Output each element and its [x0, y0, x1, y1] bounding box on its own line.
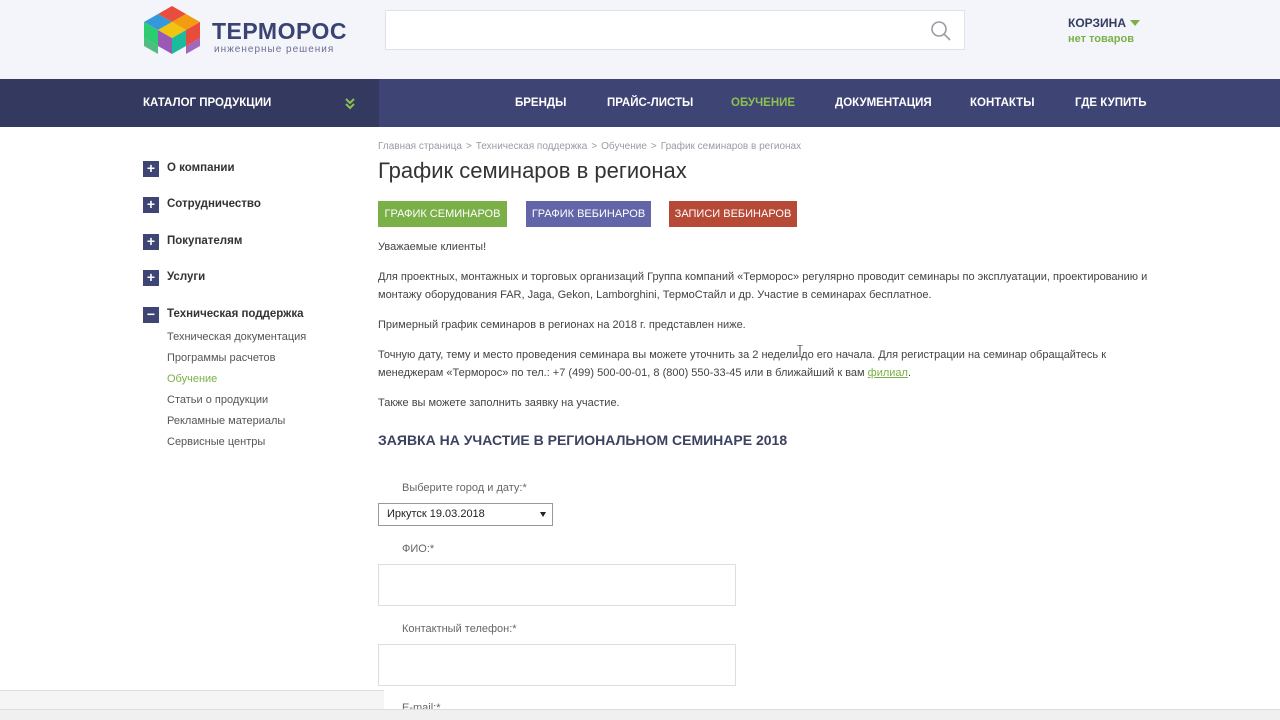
breadcrumb-separator: >: [465, 141, 472, 152]
dropdown-arrow-icon: [540, 512, 546, 517]
search-input[interactable]: [385, 10, 965, 50]
phone-label: Контактный телефон:*: [402, 623, 517, 635]
main-nav: КАТАЛОГ ПРОДУКЦИИ БРЕНДЫ ПРАЙС-ЛИСТЫ ОБУ…: [0, 79, 1280, 127]
branch-link[interactable]: филиал: [868, 367, 908, 379]
nav-training[interactable]: ОБУЧЕНИЕ: [731, 97, 795, 109]
plus-icon: +: [143, 161, 159, 177]
breadcrumb-separator: >: [591, 141, 598, 152]
city-date-select[interactable]: Иркутск 19.03.2018: [378, 503, 553, 526]
schedule-note: Примерный график семинаров в регионах на…: [378, 319, 746, 331]
breadcrumb-training[interactable]: Обучение: [601, 141, 647, 152]
webinar-schedule-button[interactable]: ГРАФИК ВЕБИНАРОВ: [526, 201, 651, 227]
minus-icon: −: [143, 307, 159, 323]
name-label: ФИО:*: [402, 543, 435, 555]
intro-paragraph: Для проектных, монтажных и торговых орга…: [378, 271, 1148, 301]
breadcrumb-separator: >: [650, 141, 657, 152]
logo-cube-icon: [144, 6, 200, 54]
sidebar-sub-ad-materials[interactable]: Рекламные материалы: [167, 415, 285, 427]
city-date-label: Выберите город и дату:*: [402, 482, 527, 494]
catalog-menu[interactable]: КАТАЛОГ ПРОДУКЦИИ: [0, 79, 379, 127]
plus-icon: +: [143, 197, 159, 213]
breadcrumb-home[interactable]: Главная страница: [378, 141, 462, 152]
sidebar-sub-service-centers[interactable]: Сервисные центры: [167, 436, 265, 448]
sidebar-sub-tech-docs[interactable]: Техническая документация: [167, 331, 306, 343]
cart-title: КОРЗИНА: [1068, 16, 1126, 30]
greeting-text: Уважаемые клиенты!: [378, 241, 487, 253]
chevron-down-icon[interactable]: [1129, 20, 1140, 26]
double-chevron-down-icon: [345, 98, 355, 110]
page-title: График семинаров в регионах: [378, 158, 687, 183]
browser-bottom-strip: [0, 709, 1280, 720]
seminar-schedule-button[interactable]: ГРАФИК СЕМИНАРОВ: [378, 201, 507, 227]
cart[interactable]: КОРЗИНА нет товаров: [1068, 16, 1140, 45]
nav-price-lists[interactable]: ПРАЙС-ЛИСТЫ: [607, 97, 693, 109]
text-cursor-icon: [797, 345, 803, 357]
nav-where-to-buy[interactable]: ГДЕ КУПИТЬ: [1075, 97, 1147, 109]
phone-input[interactable]: [378, 644, 736, 686]
plus-icon: +: [143, 234, 159, 250]
plus-icon: +: [143, 270, 159, 286]
city-date-value: Иркутск 19.03.2018: [387, 508, 485, 520]
sidebar-sub-articles[interactable]: Статьи о продукции: [167, 394, 268, 406]
nav-documentation[interactable]: ДОКУМЕНТАЦИЯ: [835, 97, 932, 109]
name-input[interactable]: [378, 564, 736, 606]
logo-tagline: инженерные решения: [214, 44, 335, 55]
breadcrumb: Главная страница > Техническая поддержка > О…: [378, 141, 801, 152]
registration-paragraph: Точную дату, тему и место проведения сем…: [378, 349, 1107, 379]
webinar-records-button[interactable]: ЗАПИСИ ВЕБИНАРОВ: [669, 201, 797, 227]
sidebar-sub-training[interactable]: Обучение: [167, 373, 217, 385]
search-icon[interactable]: [930, 20, 952, 42]
application-section-title: ЗАЯВКА НА УЧАСТИЕ В РЕГИОНАЛЬНОМ СЕМИНАР…: [378, 432, 788, 448]
breadcrumb-tech-support[interactable]: Техническая поддержка: [476, 141, 588, 152]
catalog-label: КАТАЛОГ ПРОДУКЦИИ: [143, 97, 272, 109]
logo[interactable]: ТЕРМОРОС инженерные решения: [142, 4, 347, 60]
logo-name: ТЕРМОРОС: [212, 18, 348, 44]
cart-status: нет товаров: [1068, 33, 1134, 45]
nav-brands[interactable]: БРЕНДЫ: [515, 97, 566, 109]
site-header: ТЕРМОРОС инженерные решения КОРЗИНА нет …: [0, 0, 1280, 79]
breadcrumb-current: График семинаров в регионах: [660, 141, 802, 152]
nav-contacts[interactable]: КОНТАКТЫ: [970, 97, 1034, 109]
application-note: Также вы можете заполнить заявку на учас…: [378, 397, 620, 409]
sidebar-sub-calc-programs[interactable]: Программы расчетов: [167, 352, 275, 364]
